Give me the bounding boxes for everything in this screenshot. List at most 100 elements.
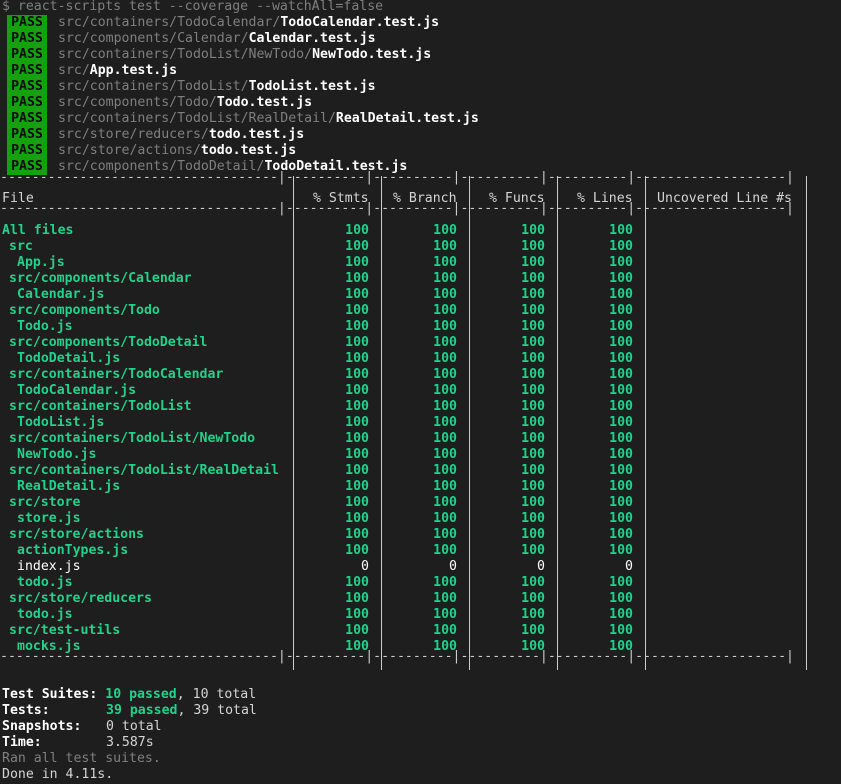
coverage-value: 100 bbox=[609, 495, 633, 510]
coverage-row-name: src/containers/TodoList bbox=[9, 399, 192, 414]
coverage-value: 100 bbox=[345, 287, 369, 302]
test-file-dir: src/containers/TodoList/RealDetail/ bbox=[58, 111, 336, 126]
coverage-value: 100 bbox=[609, 415, 633, 430]
coverage-row-name: mocks.js bbox=[17, 639, 81, 654]
coverage-value: 100 bbox=[345, 239, 369, 254]
coverage-value: 100 bbox=[433, 527, 457, 542]
coverage-value: 100 bbox=[521, 431, 545, 446]
coverage-value: 100 bbox=[345, 351, 369, 366]
test-file-name: Calendar.test.js bbox=[248, 31, 376, 46]
coverage-value: 100 bbox=[433, 319, 457, 334]
table-header-5: Uncovered Line #s bbox=[657, 191, 792, 206]
coverage-value: 100 bbox=[609, 287, 633, 302]
coverage-value: 100 bbox=[433, 495, 457, 510]
test-file-name: TodoList.test.js bbox=[248, 79, 376, 94]
coverage-value: 100 bbox=[345, 303, 369, 318]
coverage-row-name: store.js bbox=[17, 511, 81, 526]
coverage-value: 100 bbox=[609, 463, 633, 478]
coverage-value: 100 bbox=[521, 415, 545, 430]
coverage-value: 100 bbox=[521, 351, 545, 366]
suites-label: Test Suites: bbox=[2, 687, 98, 702]
coverage-row-name: src/components/TodoDetail bbox=[9, 335, 208, 350]
coverage-value: 100 bbox=[345, 415, 369, 430]
coverage-row-name: TodoDetail.js bbox=[17, 351, 121, 366]
ran-all-text: Ran all test suites. bbox=[2, 751, 161, 766]
suites-passed: 10 passed bbox=[105, 687, 177, 702]
coverage-value: 100 bbox=[521, 239, 545, 254]
pass-badge: PASS bbox=[7, 63, 47, 79]
coverage-value: 100 bbox=[345, 607, 369, 622]
coverage-value: 100 bbox=[345, 463, 369, 478]
test-file-dir: src/components/Todo/ bbox=[58, 95, 217, 110]
coverage-value: 100 bbox=[521, 479, 545, 494]
coverage-value: 100 bbox=[609, 383, 633, 398]
tests-label: Tests: bbox=[2, 703, 50, 718]
terminal-window: $ react-scripts test --coverage --watchA… bbox=[0, 0, 841, 784]
table-column-divider bbox=[557, 176, 558, 670]
coverage-value: 100 bbox=[521, 463, 545, 478]
coverage-value: 100 bbox=[521, 255, 545, 270]
coverage-value: 100 bbox=[609, 591, 633, 606]
coverage-value: 100 bbox=[609, 623, 633, 638]
coverage-value: 100 bbox=[345, 255, 369, 270]
coverage-value: 100 bbox=[609, 447, 633, 462]
coverage-value: 100 bbox=[521, 335, 545, 350]
coverage-row-name: RealDetail.js bbox=[17, 479, 121, 494]
coverage-row-name: src/containers/TodoCalendar bbox=[9, 367, 224, 382]
coverage-value: 100 bbox=[433, 399, 457, 414]
pass-badge: PASS bbox=[7, 79, 47, 95]
coverage-row-name: src bbox=[9, 239, 33, 254]
coverage-value: 100 bbox=[345, 223, 369, 238]
coverage-row-name: App.js bbox=[17, 255, 65, 270]
coverage-value: 100 bbox=[521, 527, 545, 542]
coverage-value: 100 bbox=[433, 287, 457, 302]
coverage-row-name: actionTypes.js bbox=[17, 543, 129, 558]
coverage-value: 0 bbox=[537, 559, 545, 574]
coverage-value: 100 bbox=[609, 335, 633, 350]
pass-badge: PASS bbox=[7, 143, 47, 159]
pass-badge: PASS bbox=[7, 31, 47, 47]
coverage-value: 100 bbox=[609, 479, 633, 494]
coverage-value: 100 bbox=[521, 447, 545, 462]
table-column-divider bbox=[806, 176, 807, 670]
coverage-value: 100 bbox=[433, 271, 457, 286]
coverage-value: 100 bbox=[345, 367, 369, 382]
coverage-value: 100 bbox=[433, 351, 457, 366]
test-file-dir: src/containers/TodoCalendar/ bbox=[58, 15, 281, 30]
table-column-divider bbox=[293, 176, 294, 670]
coverage-value: 100 bbox=[521, 511, 545, 526]
coverage-value: 100 bbox=[609, 223, 633, 238]
command-line: $ react-scripts test --coverage --watchA… bbox=[2, 0, 384, 14]
summary-line: Time: 3.587s bbox=[2, 735, 154, 751]
coverage-value: 100 bbox=[345, 543, 369, 558]
table-dash-row: -----------------------------------|----… bbox=[0, 170, 794, 185]
coverage-row-name: TodoList.js bbox=[17, 415, 105, 430]
coverage-row-name: src/components/Calendar bbox=[9, 271, 192, 286]
coverage-value: 100 bbox=[521, 287, 545, 302]
test-file-path: src/containers/TodoCalendar/TodoCalendar… bbox=[58, 15, 439, 31]
test-file-path: src/store/reducers/todo.test.js bbox=[58, 127, 304, 143]
pass-badge: PASS bbox=[7, 15, 47, 31]
test-file-path: src/containers/TodoList/TodoList.test.js bbox=[58, 79, 376, 95]
test-file-name: Todo.test.js bbox=[216, 95, 313, 110]
coverage-value: 100 bbox=[433, 223, 457, 238]
coverage-row-name: All files bbox=[2, 223, 74, 238]
coverage-value: 100 bbox=[433, 431, 457, 446]
test-file-name: TodoCalendar.test.js bbox=[280, 15, 440, 30]
coverage-value: 100 bbox=[345, 479, 369, 494]
test-file-dir: src/ bbox=[58, 63, 90, 78]
coverage-value: 100 bbox=[433, 463, 457, 478]
table-column-divider bbox=[469, 176, 470, 670]
coverage-value: 100 bbox=[433, 623, 457, 638]
coverage-value: 100 bbox=[521, 367, 545, 382]
coverage-value: 100 bbox=[345, 431, 369, 446]
coverage-value: 100 bbox=[433, 383, 457, 398]
test-file-name: NewTodo.test.js bbox=[312, 47, 432, 62]
coverage-row-name: TodoCalendar.js bbox=[17, 383, 137, 398]
coverage-value: 100 bbox=[521, 399, 545, 414]
time-label: Time: bbox=[2, 735, 42, 750]
test-file-name: RealDetail.test.js bbox=[335, 111, 479, 126]
test-file-path: src/components/Calendar/Calendar.test.js bbox=[58, 31, 376, 47]
coverage-value: 100 bbox=[345, 447, 369, 462]
summary-line: Done in 4.11s. bbox=[2, 767, 113, 783]
